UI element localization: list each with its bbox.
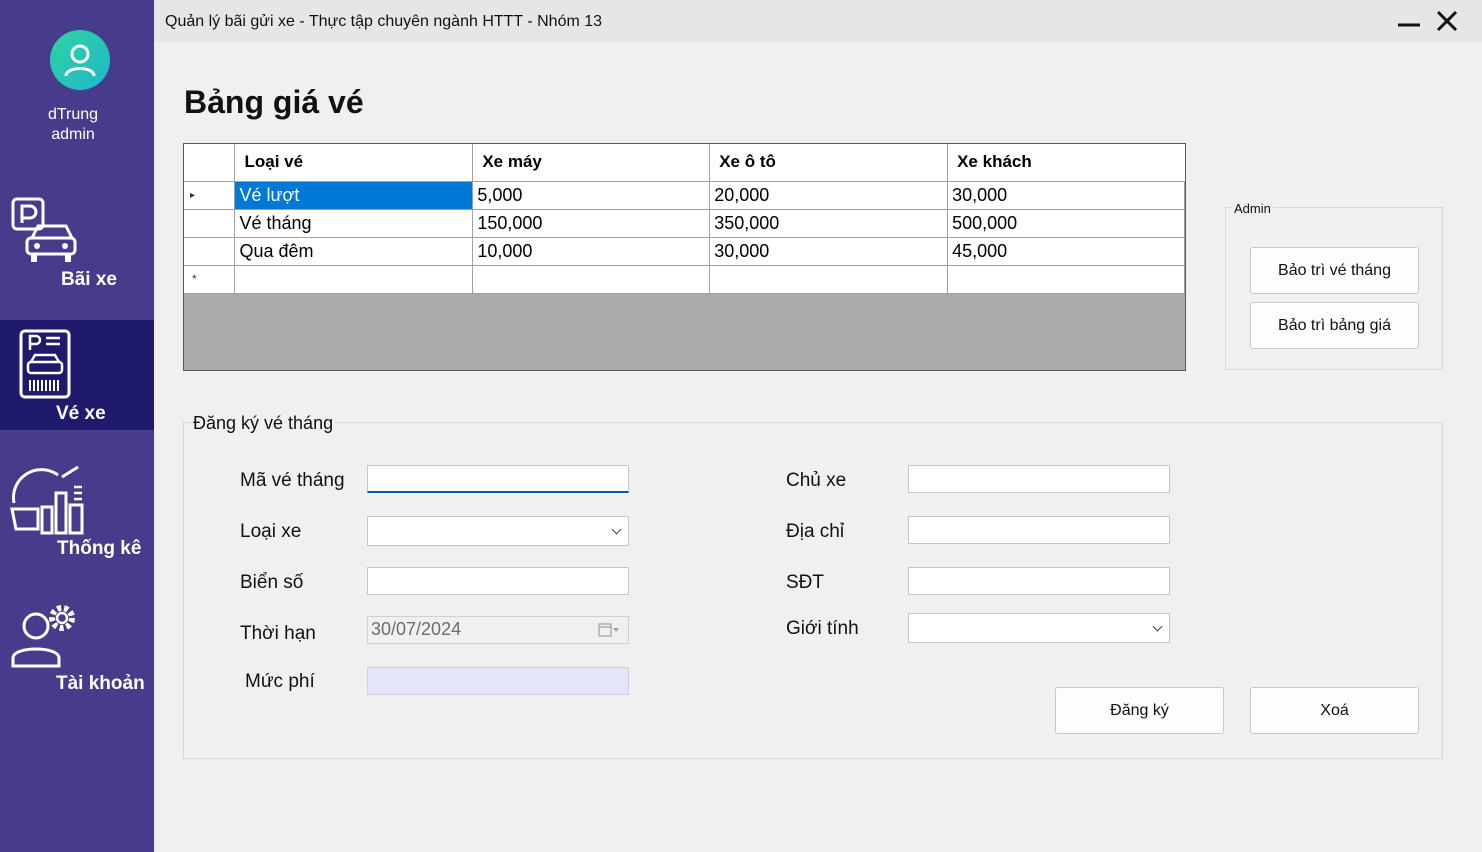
column-header[interactable]: Xe khách (947, 144, 1185, 182)
admin-group-label: Admin (1232, 201, 1273, 216)
table-cell[interactable]: 10,000 (472, 236, 711, 266)
duration-value: 30/07/2024 (371, 619, 462, 639)
sidebar-item-ve-xe[interactable]: Vé xe (0, 320, 154, 430)
sidebar-item-thong-ke[interactable]: Thống kê (0, 455, 154, 565)
table-cell[interactable]: 20,000 (709, 180, 949, 210)
table-cell[interactable]: 350,000 (709, 208, 949, 238)
title-bar: Quản lý bãi gửi xe - Thực tập chuyên ngà… (154, 0, 1482, 42)
phone-input[interactable] (908, 567, 1170, 595)
table-cell[interactable] (472, 264, 711, 294)
fee-label: Mức phí (245, 671, 315, 692)
table-cell[interactable]: 500,000 (947, 208, 1185, 238)
user-role: admin (51, 126, 95, 143)
owner-input[interactable] (908, 465, 1170, 493)
minimize-icon (1398, 23, 1420, 27)
column-header[interactable]: Xe máy (472, 144, 711, 182)
statistics-icon (10, 465, 84, 535)
page-title: Bảng giá vé (184, 84, 364, 120)
table-cell[interactable]: 30,000 (947, 180, 1185, 210)
table-cell[interactable]: 5,000 (472, 180, 711, 210)
parking-car-icon (11, 197, 77, 262)
minimize-button[interactable] (1392, 4, 1426, 38)
vehicle-type-select[interactable] (367, 516, 629, 546)
duration-date-picker[interactable]: 30/07/2024 (367, 616, 629, 644)
calendar-icon (598, 623, 619, 637)
row-header[interactable] (184, 236, 236, 266)
column-header[interactable]: Loại vé (234, 144, 474, 182)
maintain-prices-button[interactable]: Bảo trì bảng giá (1250, 302, 1419, 349)
register-button[interactable]: Đăng ký (1055, 687, 1224, 734)
table-cell[interactable]: Qua đêm (234, 236, 474, 266)
gender-label: Giới tính (786, 618, 859, 639)
table-cell[interactable]: 150,000 (472, 208, 711, 238)
phone-label: SĐT (786, 572, 824, 593)
sidebar: dTrung admin Bãi xe Vé xe Thống kê Tài k… (0, 0, 154, 852)
user-name: dTrung (47, 106, 99, 123)
maintain-monthly-button[interactable]: Bảo trì vé tháng (1250, 247, 1419, 294)
gender-select[interactable] (908, 613, 1170, 643)
table-cell[interactable]: 45,000 (947, 236, 1185, 266)
new-row[interactable]: * (184, 264, 1185, 294)
ticket-id-input[interactable] (367, 465, 629, 493)
table-cell[interactable] (709, 264, 949, 294)
user-avatar (50, 30, 110, 90)
sidebar-item-tai-khoan[interactable]: Tài khoản (0, 590, 154, 700)
sidebar-item-label: Thống kê (57, 538, 142, 559)
vehicle-type-label: Loại xe (240, 521, 302, 542)
table-header-row: Loại vé Xe máy Xe ô tô Xe khách (184, 144, 1185, 182)
table-row[interactable]: ▸ Vé lượt 5,000 20,000 30,000 (184, 180, 1185, 210)
owner-label: Chủ xe (786, 470, 847, 491)
register-group-label: Đăng ký vé tháng (191, 413, 336, 434)
account-settings-icon (11, 605, 75, 668)
close-button[interactable] (1430, 4, 1464, 38)
sidebar-item-label: Vé xe (56, 403, 106, 424)
ticket-icon (19, 329, 71, 399)
delete-button[interactable]: Xoá (1250, 687, 1419, 734)
table-row[interactable]: Vé tháng 150,000 350,000 500,000 (184, 208, 1185, 238)
column-header[interactable]: Xe ô tô (709, 144, 949, 182)
table-cell[interactable] (947, 264, 1185, 294)
current-row-marker[interactable]: ▸ (184, 180, 236, 210)
address-label: Địa chỉ (786, 521, 845, 542)
table-row[interactable]: Qua đêm 10,000 30,000 45,000 (184, 236, 1185, 266)
table-cell[interactable]: Vé tháng (234, 208, 474, 238)
table-cell[interactable]: 30,000 (709, 236, 949, 266)
sidebar-item-label: Bãi xe (61, 269, 117, 290)
row-header-corner (184, 144, 236, 182)
sidebar-item-bai-xe[interactable]: Bãi xe (0, 190, 154, 300)
fee-input (367, 667, 629, 695)
plate-input[interactable] (367, 567, 629, 595)
close-icon (1436, 10, 1458, 32)
sidebar-item-label: Tài khoản (56, 673, 145, 694)
ticket-id-label: Mã vé tháng (240, 470, 345, 491)
user-icon (64, 44, 96, 77)
new-row-marker[interactable]: * (184, 264, 236, 294)
table-cell[interactable]: Vé lượt (234, 180, 474, 210)
price-table[interactable]: Loại vé Xe máy Xe ô tô Xe khách ▸ Vé lượ… (183, 143, 1186, 371)
plate-label: Biển số (240, 572, 304, 593)
table-cell[interactable] (234, 264, 474, 294)
address-input[interactable] (908, 516, 1170, 544)
window-title: Quản lý bãi gửi xe - Thực tập chuyên ngà… (165, 13, 603, 30)
duration-label: Thời hạn (240, 623, 316, 644)
row-header[interactable] (184, 208, 236, 238)
